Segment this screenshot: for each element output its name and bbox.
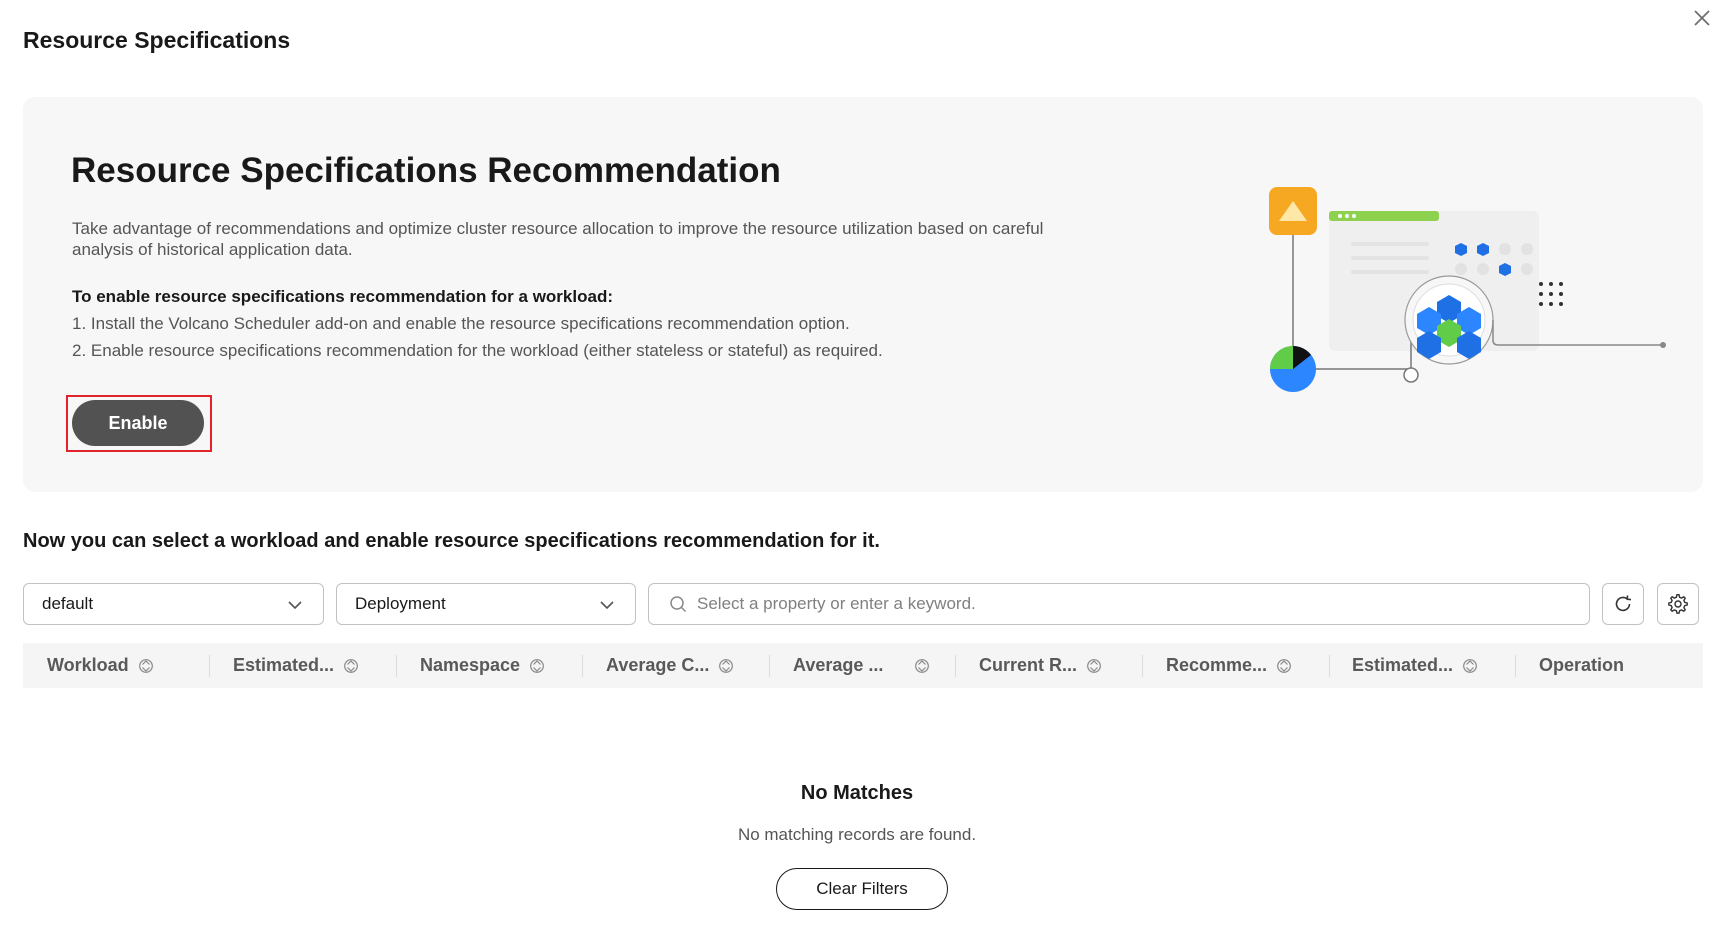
column-divider	[769, 655, 770, 677]
table-header: Workload Estimated... Namespace Average …	[23, 643, 1703, 688]
column-header-estimated-2[interactable]: Estimated...	[1352, 643, 1477, 688]
column-divider	[1142, 655, 1143, 677]
column-header-average-cpu[interactable]: Average C...	[606, 643, 734, 688]
search-box[interactable]	[648, 583, 1590, 625]
column-divider	[396, 655, 397, 677]
column-header-current[interactable]: Current R...	[979, 643, 1101, 688]
empty-state-description: No matching records are found.	[737, 825, 977, 844]
search-input[interactable]	[697, 594, 1577, 614]
sort-icon	[1277, 658, 1291, 673]
column-header-namespace[interactable]: Namespace	[420, 643, 544, 688]
sort-icon	[915, 658, 929, 673]
refresh-button[interactable]	[1602, 583, 1644, 625]
column-divider	[1329, 655, 1330, 677]
namespace-select-value: default	[42, 594, 94, 613]
empty-state-title: No Matches	[800, 782, 914, 804]
column-header-average-2[interactable]: Average ...	[793, 643, 929, 688]
banner-description: Take advantage of recommendations and op…	[72, 219, 1044, 259]
sort-icon	[344, 658, 358, 673]
sort-icon	[530, 658, 544, 673]
sort-icon	[719, 658, 734, 673]
gear-icon	[1668, 593, 1688, 614]
sort-icon	[1463, 658, 1477, 673]
column-divider	[1515, 655, 1516, 677]
step-item: 1. Install the Volcano Scheduler add-on …	[72, 314, 850, 333]
chevron-down-icon	[600, 601, 614, 610]
sort-icon	[138, 658, 153, 673]
search-icon	[670, 596, 687, 613]
column-header-recommended[interactable]: Recomme...	[1166, 643, 1291, 688]
column-divider	[582, 655, 583, 677]
refresh-icon	[1615, 595, 1632, 612]
sort-icon	[1087, 658, 1101, 673]
column-divider	[209, 655, 210, 677]
dialog-title: Resource Specifications	[23, 27, 291, 53]
banner-title: Resource Specifications Recommendation	[71, 151, 781, 190]
section-description: Now you can select a workload and enable…	[23, 530, 880, 552]
workload-type-select[interactable]: Deployment	[336, 583, 636, 625]
steps-title: To enable resource specifications recomm…	[72, 287, 613, 306]
column-header-operation: Operation	[1539, 655, 1625, 675]
column-header-workload[interactable]: Workload	[47, 643, 153, 688]
enable-button[interactable]: Enable	[72, 400, 204, 446]
step-item: 2. Enable resource specifications recomm…	[72, 341, 883, 360]
close-icon[interactable]	[1690, 6, 1714, 30]
resource-recommendation-illustration	[1243, 187, 1683, 427]
chevron-down-icon	[288, 601, 302, 610]
workload-type-select-value: Deployment	[355, 594, 446, 613]
clear-filters-button[interactable]: Clear Filters	[776, 868, 948, 910]
namespace-select[interactable]: default	[23, 583, 324, 625]
settings-button[interactable]	[1657, 583, 1699, 625]
recommendation-banner: Resource Specifications Recommendation T…	[23, 97, 1703, 492]
column-divider	[955, 655, 956, 677]
column-header-estimated-1[interactable]: Estimated...	[233, 643, 358, 688]
